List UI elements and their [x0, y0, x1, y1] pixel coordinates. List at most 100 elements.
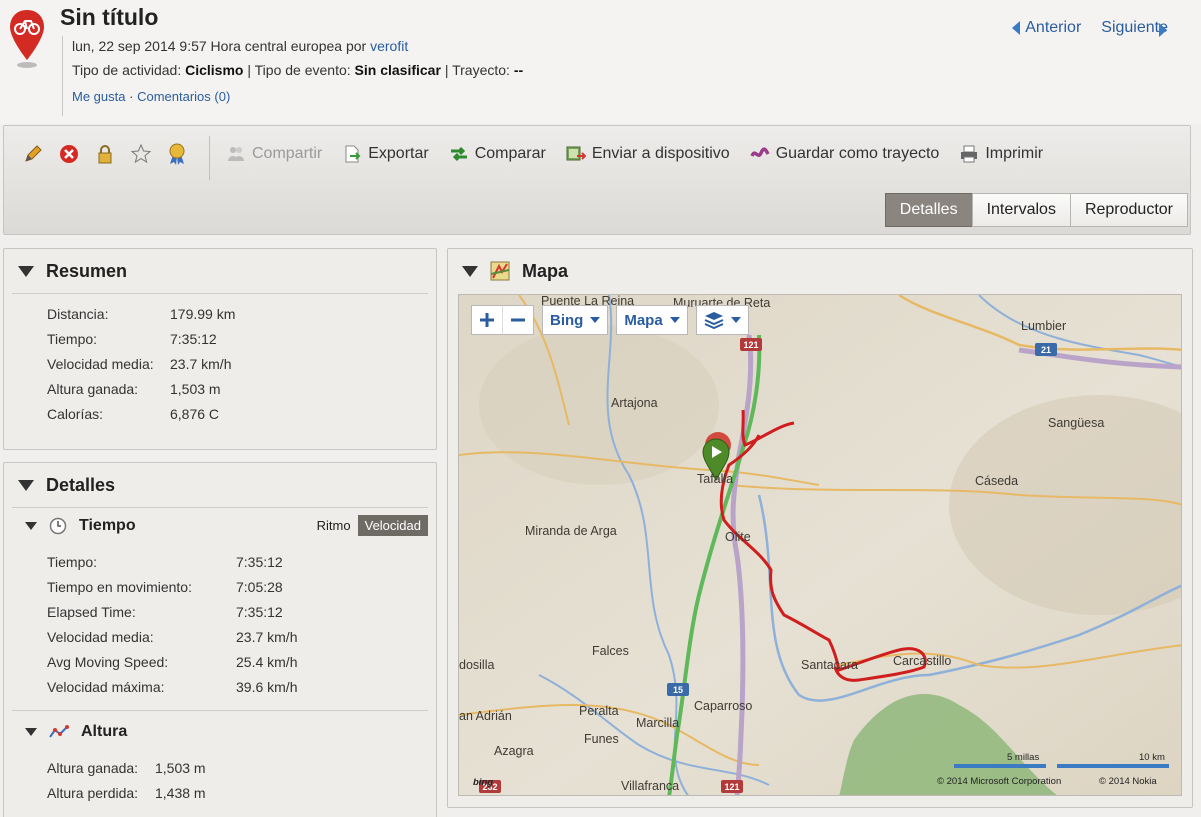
collapse-triangle-icon[interactable] — [25, 522, 37, 530]
social-line: Me gusta · Comentarios (0) — [72, 86, 523, 107]
previous-link[interactable]: Anterior — [1012, 19, 1081, 37]
lock-icon[interactable] — [94, 143, 116, 165]
stat-value: 7:35:12 — [170, 331, 217, 347]
activity-header: Sin título lun, 22 sep 2014 9:57 Hora ce… — [0, 0, 1201, 124]
tab-reproductor[interactable]: Reproductor — [1069, 193, 1188, 227]
town-label: Olite — [725, 530, 751, 544]
details-header[interactable]: Detalles — [4, 463, 436, 507]
activity-meta: lun, 22 sep 2014 9:57 Hora central europ… — [62, 36, 523, 116]
hill-shade — [479, 325, 719, 485]
zoom-controls — [471, 305, 534, 335]
layers-select — [697, 306, 748, 334]
delete-icon[interactable] — [58, 143, 80, 165]
stat-value: 1,503 m — [170, 381, 221, 397]
time-section-header[interactable]: Tiempo Ritmo Velocidad — [4, 508, 436, 544]
share-label: Compartir — [252, 145, 323, 162]
town-label: Miranda de Arga — [525, 524, 617, 538]
divider — [12, 710, 428, 711]
stat-row: Altura ganada: 1,503 m — [47, 377, 436, 402]
town-label: Cáseda — [975, 474, 1018, 488]
map-header[interactable]: Mapa — [448, 249, 1192, 293]
town-label: Artajona — [611, 396, 658, 410]
map-type-label: Mapa — [624, 311, 663, 329]
separator: | — [247, 62, 251, 78]
pace-toggle[interactable]: Ritmo — [310, 515, 358, 536]
town-label: Lumbier — [1021, 319, 1066, 333]
toolbar-actions: Compartir Exportar Comparar Enviar a dis… — [226, 142, 1043, 166]
share-button[interactable]: Compartir — [226, 144, 322, 164]
edit-pencil-icon[interactable] — [22, 143, 44, 165]
stat-label: Altura perdida: — [47, 785, 139, 801]
collapse-triangle-icon[interactable] — [25, 728, 37, 736]
stat-value: 1,503 m — [155, 760, 206, 776]
town-label: Tafalla — [697, 472, 733, 486]
course-value: -- — [513, 62, 524, 78]
comments-link[interactable]: Comentarios (0) — [137, 89, 230, 104]
summary-panel: Resumen Distancia: 179.99 km Tiempo: 7:35:… — [3, 248, 437, 450]
stat-row: Velocidad media: 23.7 km/h — [47, 352, 436, 377]
next-link[interactable]: Siguiente — [1101, 19, 1168, 37]
stat-row: Tiempo en movimiento: 7:05:28 — [47, 575, 436, 600]
minus-icon — [511, 318, 525, 322]
town-label: an Adrián — [459, 709, 512, 723]
star-icon[interactable] — [130, 143, 152, 165]
town-label: Villafranca — [621, 779, 679, 793]
zoom-in-button[interactable] — [472, 306, 503, 334]
zoom-out-button[interactable] — [503, 306, 533, 334]
map-canvas[interactable]: 121 21 15 232 121 Puente La Reina Muruar… — [459, 295, 1182, 796]
compare-button[interactable]: Comparar — [449, 144, 546, 164]
details-panel: Detalles Tiempo Ritmo Velocidad Tiempo: 7… — [3, 462, 437, 817]
stat-row: Velocidad media: 23.7 km/h — [47, 625, 436, 650]
badge-icon[interactable] — [166, 143, 188, 165]
scale-bar-km — [1057, 764, 1169, 768]
elevation-section-title: Altura — [81, 723, 128, 740]
activity-type-value[interactable]: Ciclismo — [185, 62, 243, 78]
send-device-icon — [566, 146, 586, 161]
map-type-dropdown[interactable]: Mapa — [616, 305, 688, 335]
cycling-activity-pin-icon — [10, 10, 44, 68]
map-icon — [490, 261, 510, 281]
save-as-course-button[interactable]: Guardar como trayecto — [750, 144, 939, 164]
map-panel: Mapa 121 21 15 232 121 Puente La Reina M… — [447, 248, 1193, 808]
course-label: Trayecto: — [452, 62, 510, 78]
stat-label: Velocidad máxima: — [47, 679, 165, 695]
tab-detalles[interactable]: Detalles — [884, 193, 973, 227]
town-label: Santacara — [801, 658, 858, 672]
road-shield-label: 121 — [724, 782, 739, 792]
tab-intervalos[interactable]: Intervalos — [971, 193, 1071, 227]
map-view[interactable]: 121 21 15 232 121 Puente La Reina Muruar… — [458, 294, 1182, 796]
scale-bar-miles — [954, 764, 1046, 768]
arrow-left-icon — [1012, 21, 1021, 35]
author-link[interactable]: verofit — [370, 38, 408, 54]
scale-miles-label: 5 millas — [1007, 752, 1039, 763]
elevation-section-header[interactable]: Altura — [4, 714, 436, 750]
summary-title: Resumen — [46, 260, 128, 281]
collapse-triangle-icon[interactable] — [18, 479, 34, 491]
stat-value: 179.99 km — [170, 306, 236, 322]
town-label: Funes — [584, 732, 619, 746]
share-icon — [228, 147, 244, 161]
export-button[interactable]: Exportar — [342, 144, 429, 164]
collapse-triangle-icon[interactable] — [18, 265, 34, 277]
map-copyright: © 2014 Microsoft Corporation — [937, 776, 1061, 787]
date-text: lun, 22 sep 2014 9:57 Hora central europ… — [72, 38, 367, 54]
stat-label: Tiempo en movimiento: — [47, 579, 192, 595]
print-button[interactable]: Imprimir — [959, 144, 1043, 164]
stat-value: 23.7 km/h — [170, 356, 232, 372]
town-label: Marcilla — [636, 716, 679, 730]
stat-row: Altura ganada: 1,503 m — [47, 756, 436, 781]
map-provider-dropdown[interactable]: Bing — [542, 305, 609, 335]
send-to-device-button[interactable]: Enviar a dispositivo — [566, 144, 730, 164]
provider-select: Bing — [543, 306, 607, 334]
collapse-triangle-icon[interactable] — [462, 265, 478, 277]
like-link[interactable]: Me gusta — [72, 89, 125, 104]
event-type-value[interactable]: Sin clasificar — [355, 62, 441, 78]
summary-header[interactable]: Resumen — [4, 249, 436, 293]
plus-icon — [480, 313, 494, 327]
stat-label: Tiempo: — [47, 331, 98, 347]
stat-row: Avg Moving Speed: 25.4 km/h — [47, 650, 436, 675]
layers-dropdown[interactable] — [695, 305, 749, 335]
summary-stats: Distancia: 179.99 km Tiempo: 7:35:12 Veloc… — [4, 294, 436, 427]
speed-toggle[interactable]: Velocidad — [357, 515, 428, 536]
view-tabs: Detalles Intervalos Reproductor — [884, 193, 1188, 227]
